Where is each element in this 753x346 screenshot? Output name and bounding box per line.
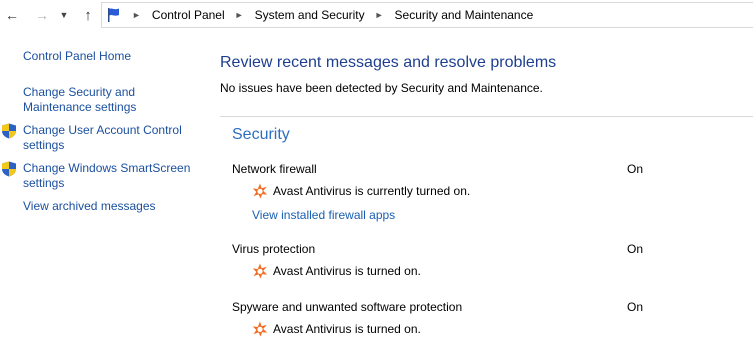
detail-text: Avast Antivirus is currently turned on. [273, 184, 471, 198]
change-windows-smartscreen-settings-link[interactable]: Change Windows SmartScreen settings [23, 161, 190, 191]
uac-shield-icon [2, 123, 16, 139]
network-firewall-detail: Avast Antivirus is currently turned on. [252, 183, 470, 199]
breadcrumb-control-panel[interactable]: ► Control Panel [128, 8, 231, 22]
back-arrow-icon[interactable]: ← [3, 5, 21, 25]
breadcrumb-system-and-security[interactable]: ► System and Security [231, 8, 371, 22]
spyware-protection-detail: Avast Antivirus is turned on. [252, 321, 421, 337]
avast-icon [252, 321, 268, 337]
spyware-protection-label: Spyware and unwanted software protection [232, 300, 463, 314]
change-security-maintenance-settings-link[interactable]: Change Security and Maintenance settings [23, 85, 136, 115]
avast-icon [252, 183, 268, 199]
left-navigation-pane: Control Panel Home Change Security and M… [0, 30, 210, 346]
uac-shield-icon [2, 161, 16, 177]
detail-text: Avast Antivirus is turned on. [273, 264, 421, 278]
recent-locations-chevron-icon[interactable]: ▼ [55, 5, 73, 25]
link-line: Change Security and [23, 85, 136, 99]
up-arrow-icon[interactable]: ↑ [79, 5, 97, 25]
security-flag-icon [108, 8, 119, 22]
link-line: settings [23, 138, 65, 152]
address-bar[interactable]: ► Control Panel ► System and Security ► Sec… [101, 2, 753, 28]
network-firewall-label: Network firewall [232, 162, 317, 176]
virus-protection-detail: Avast Antivirus is turned on. [252, 263, 421, 279]
virus-protection-status: On [627, 242, 644, 256]
link-line: Change User Account Control [23, 123, 182, 137]
link-line: Maintenance settings [23, 100, 137, 114]
main-content: Review recent messages and resolve probl… [220, 30, 753, 346]
avast-icon [252, 263, 268, 279]
detail-text: Avast Antivirus is turned on. [273, 322, 421, 336]
control-panel-home-link[interactable]: Control Panel Home [23, 49, 131, 64]
change-user-account-control-settings-link[interactable]: Change User Account Control settings [23, 123, 182, 153]
page-title: Review recent messages and resolve probl… [220, 54, 557, 71]
link-line: settings [23, 176, 65, 190]
security-section-header[interactable]: Security [232, 126, 290, 144]
virus-protection-label: Virus protection [232, 242, 316, 256]
link-line: Change Windows SmartScreen [23, 161, 191, 175]
view-installed-firewall-apps-link[interactable]: View installed firewall apps [252, 208, 395, 222]
breadcrumb-security-and-maintenance[interactable]: ► Security and Maintenance [371, 8, 540, 22]
no-issues-message: No issues have been detected by Security… [220, 81, 543, 95]
view-archived-messages-link[interactable]: View archived messages [23, 199, 156, 214]
divider [220, 116, 753, 117]
spyware-protection-status: On [627, 300, 644, 314]
navigation-bar: ← → ▼ ↑ ► Control Panel ► System and Secur… [0, 0, 753, 30]
network-firewall-status: On [627, 162, 644, 176]
forward-arrow-icon[interactable]: → [33, 5, 51, 25]
